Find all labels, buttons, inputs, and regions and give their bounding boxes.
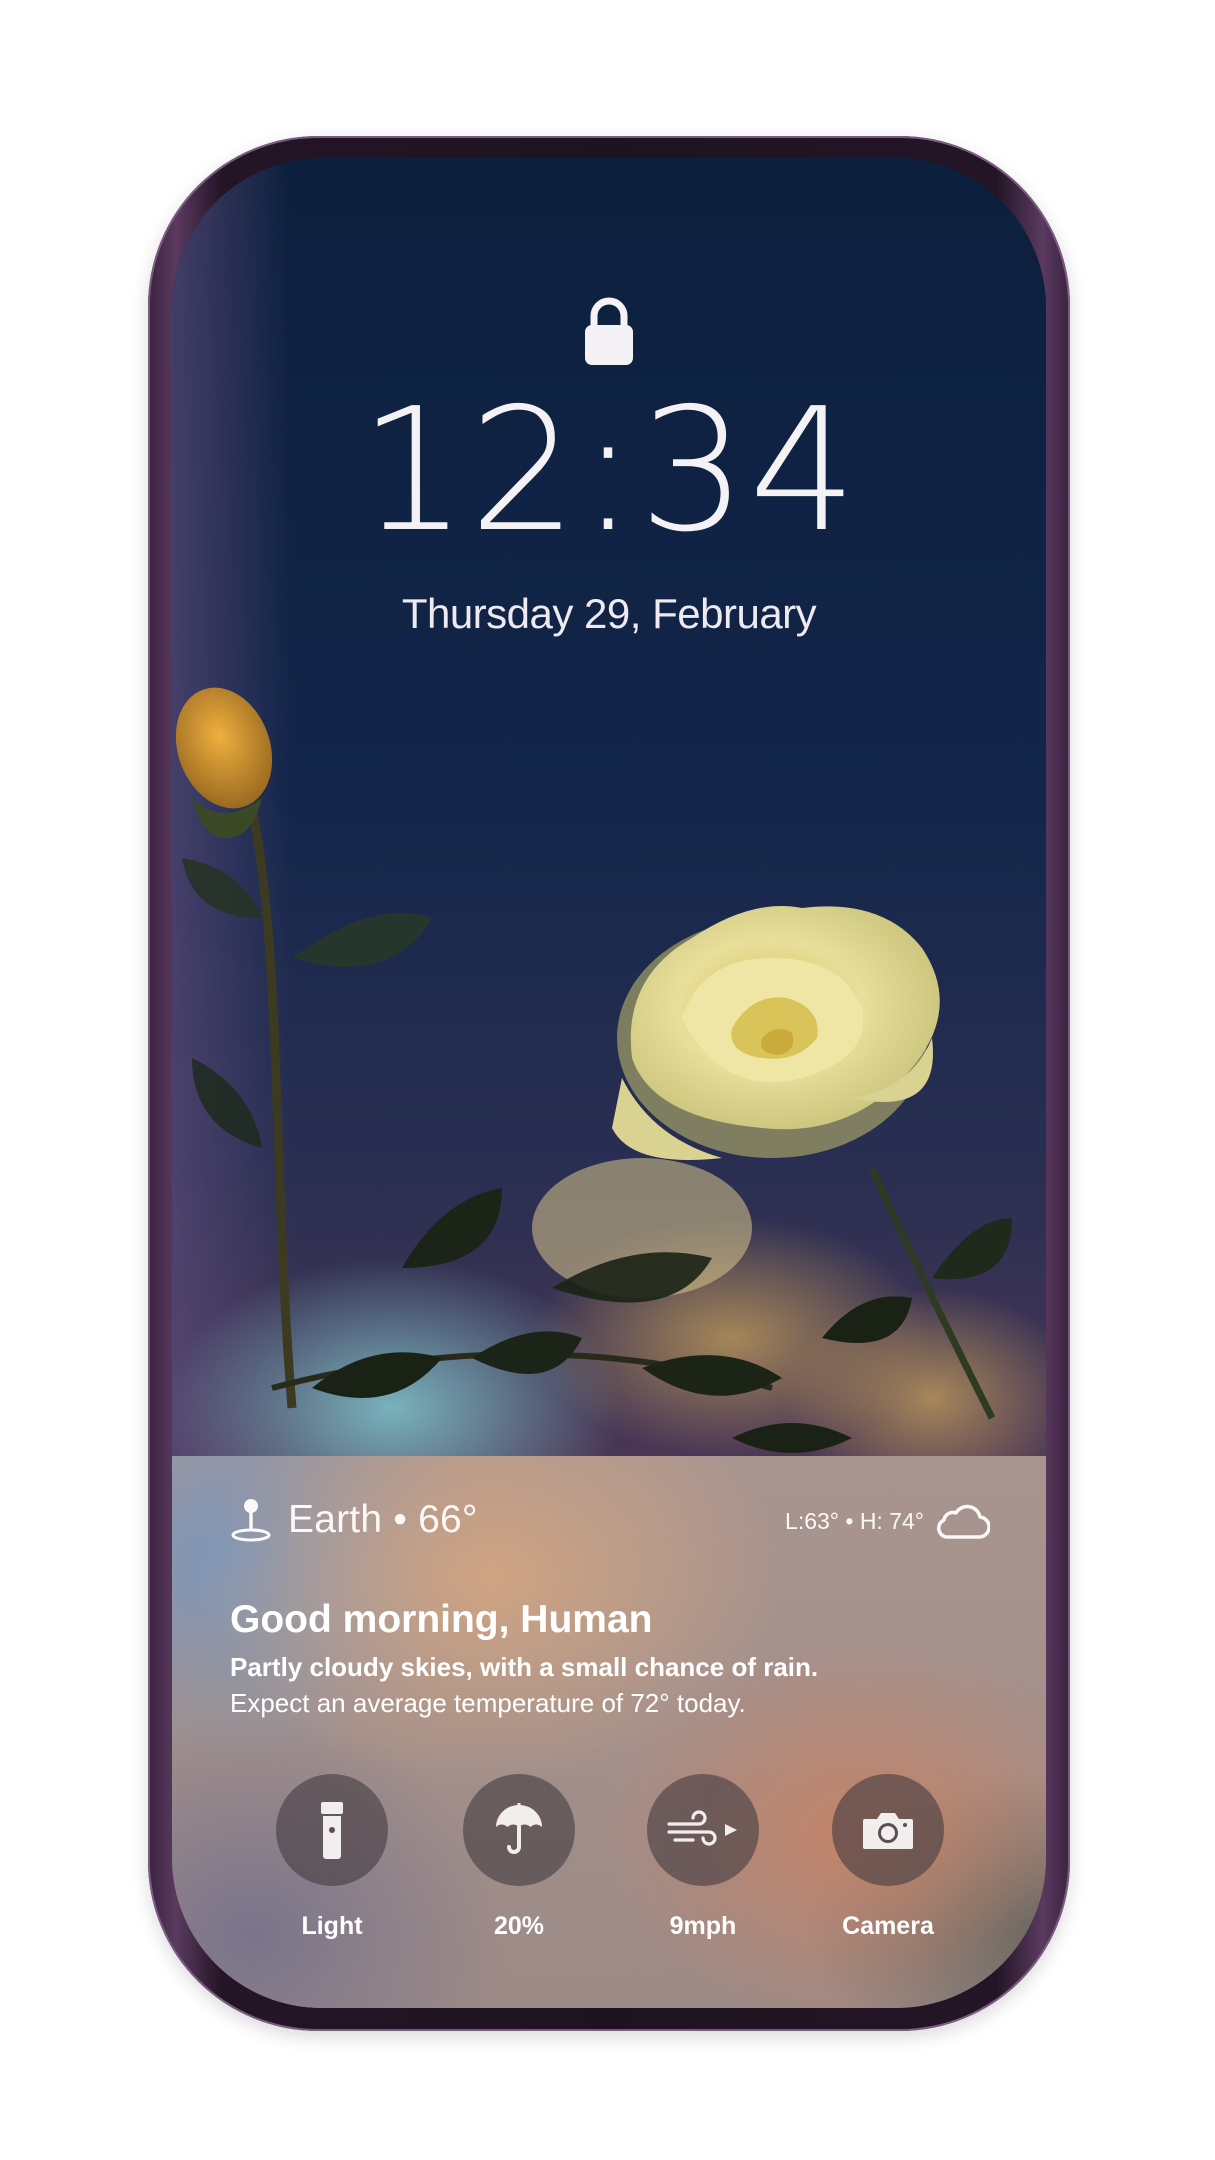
flashlight-label: Light: [301, 1912, 363, 1940]
cloud-icon: [937, 1504, 990, 1539]
location-pin-icon: [231, 1499, 271, 1542]
wind-speed-button[interactable]: 9mph: [628, 1774, 778, 1941]
camera-icon: [863, 1813, 913, 1849]
lock-screen-time: 12:34: [359, 372, 859, 570]
weather-widget-panel: Earth • 66° L:63° • H: 74° Good morning,…: [172, 1456, 1046, 2008]
location-row: Earth • 66°: [230, 1494, 478, 1546]
umbrella-icon: [496, 1803, 542, 1854]
flashlight-icon: [321, 1802, 343, 1859]
location-temperature: Earth • 66°: [288, 1498, 478, 1541]
rain-chance-button[interactable]: 20%: [444, 1774, 594, 1941]
lock-screen-date: Thursday 29, February: [401, 590, 817, 637]
lock-screen: 12:34 Thursday 29, February Earth • 66° …: [172, 158, 1046, 2008]
wind-speed-label: 9mph: [669, 1912, 737, 1940]
flashlight-circle[interactable]: [276, 1774, 388, 1886]
camera-label: Camera: [842, 1912, 934, 1940]
wind-speed-circle[interactable]: [647, 1774, 759, 1886]
quick-actions-row: Light 20% 9mph Camera: [172, 1774, 1046, 1944]
camera-button[interactable]: Camera: [813, 1774, 963, 1941]
wind-icon: [667, 1810, 737, 1846]
flashlight-button[interactable]: Light: [257, 1774, 407, 1941]
low-high-row: L:63° • H: 74°: [785, 1496, 990, 1546]
low-high-temperature: L:63° • H: 74°: [785, 1507, 924, 1534]
rain-chance-label: 20%: [493, 1912, 545, 1940]
lock-icon: [585, 297, 633, 365]
greeting-text: Good morning, Human: [230, 1598, 653, 1641]
forecast-summary: Partly cloudy skies, with a small chance…: [230, 1652, 819, 1682]
camera-circle[interactable]: [832, 1774, 944, 1886]
rain-chance-circle[interactable]: [463, 1774, 575, 1886]
forecast-detail: Expect an average temperature of 72° tod…: [230, 1688, 746, 1718]
